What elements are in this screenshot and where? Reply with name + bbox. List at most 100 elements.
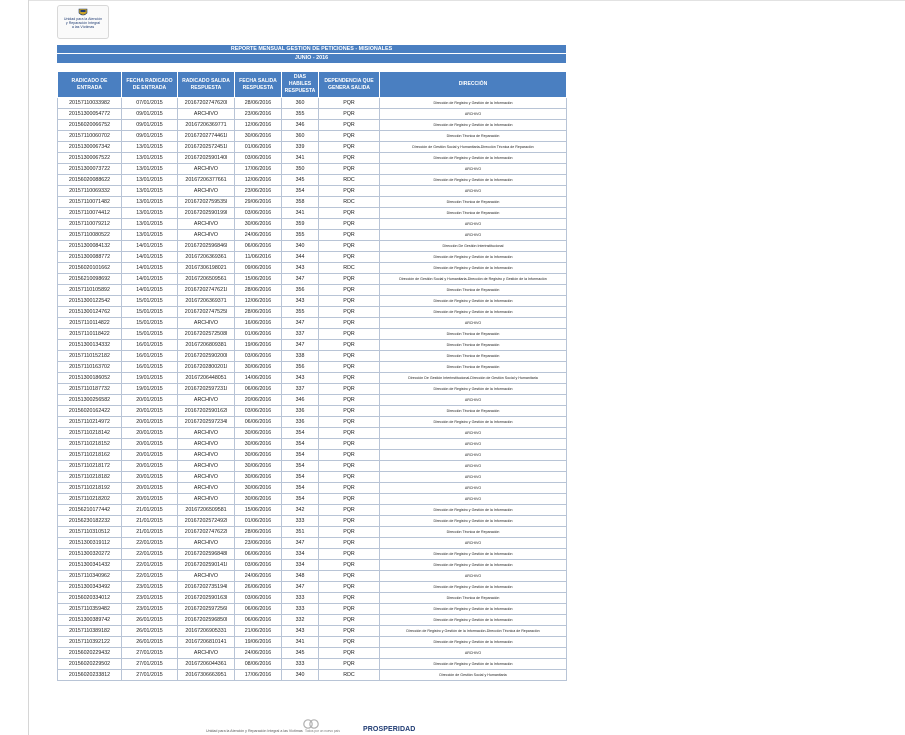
- cell-radicado-salida: 20167202759535l: [177, 196, 235, 208]
- cell-dependencia: PQR: [318, 328, 380, 340]
- cell-dias-habiles: 347: [281, 317, 319, 329]
- table-row: 20157110163702 16/01/2015 20167202800201l 3…: [57, 361, 567, 373]
- cell-dependencia: PQR: [318, 449, 380, 461]
- table-row: 20151300134332 16/01/2015 20167206809381 19…: [57, 339, 567, 351]
- cell-dependencia: PQR: [318, 614, 380, 626]
- cell-dependencia: PQR: [318, 625, 380, 637]
- column-header-radicado-salida: RADICADO SALIDA RESPUESTA: [177, 71, 235, 98]
- cell-fecha-radicado: 19/01/2015: [121, 383, 178, 395]
- cell-dias-habiles: 359: [281, 218, 319, 230]
- document-page: Unidad para la Atención y Reparación Int…: [0, 0, 905, 735]
- cell-direccion: Dirección Técnica de Reparación: [379, 350, 567, 362]
- cell-direccion: Dirección de Registro y Gestión de la In…: [379, 559, 567, 571]
- cell-fecha-salida: 21/06/2016: [234, 625, 282, 637]
- cell-radicado-salida: 20167202735194l: [177, 581, 235, 593]
- cell-direccion: ARCHIVO: [379, 108, 567, 120]
- cell-dias-habiles: 332: [281, 614, 319, 626]
- cell-direccion: Dirección Técnica de Reparación: [379, 196, 567, 208]
- cell-radicado-entrada: 20157110152182: [57, 350, 122, 362]
- cell-radicado-salida: ARCHIVO: [177, 317, 235, 329]
- cell-radicado-entrada: 20157110060702: [57, 130, 122, 142]
- cell-fecha-radicado: 13/01/2015: [121, 163, 178, 175]
- cell-dependencia: PQR: [318, 548, 380, 560]
- cell-fecha-salida: 12/06/2016: [234, 119, 282, 131]
- cell-direccion: Dirección de Registro y Gestión de la In…: [379, 383, 567, 395]
- cell-fecha-radicado: 20/01/2015: [121, 394, 178, 406]
- table-row: 20156210177442 21/01/2015 20167206509581 15…: [57, 504, 567, 516]
- cell-radicado-salida: 20167206369371: [177, 295, 235, 307]
- cell-fecha-salida: 06/06/2016: [234, 416, 282, 428]
- cell-dependencia: PQR: [318, 493, 380, 505]
- table-row: 20156020229502 27/01/2015 20167206044361 08…: [57, 658, 567, 670]
- cell-dias-habiles: 333: [281, 592, 319, 604]
- cell-fecha-salida: 30/06/2016: [234, 482, 282, 494]
- table-row: 20151300389742 26/01/2015 20167202596850l 0…: [57, 614, 567, 626]
- cell-radicado-entrada: 20151300073722: [57, 163, 122, 175]
- cell-dependencia: PQR: [318, 427, 380, 439]
- table-row: 20151300343492 23/01/2015 20167202735194l 2…: [57, 581, 567, 593]
- cell-radicado-entrada: 20151300256582: [57, 394, 122, 406]
- cell-fecha-radicado: 14/01/2015: [121, 240, 178, 252]
- cell-fecha-radicado: 16/01/2015: [121, 339, 178, 351]
- cell-dias-habiles: 343: [281, 262, 319, 274]
- cell-fecha-radicado: 13/01/2015: [121, 207, 178, 219]
- table-row: 20157110218142 20/01/2015 ARCHIVO 30/06/201…: [57, 427, 567, 439]
- cell-radicado-entrada: 20151300389742: [57, 614, 122, 626]
- cell-radicado-entrada: 20151300084132: [57, 240, 122, 252]
- cell-direccion: Dirección de Registro y Gestión de la In…: [379, 548, 567, 560]
- cell-dias-habiles: 346: [281, 394, 319, 406]
- cell-dependencia: PQR: [318, 460, 380, 472]
- cell-dependencia: PQR: [318, 284, 380, 296]
- cell-dependencia: PQR: [318, 394, 380, 406]
- cell-fecha-radicado: 21/01/2015: [121, 526, 178, 538]
- table-row: 20157110069332 13/01/2015 ARCHIVO 23/06/201…: [57, 185, 567, 197]
- cell-fecha-salida: 30/06/2016: [234, 427, 282, 439]
- cell-dias-habiles: 333: [281, 603, 319, 615]
- cell-radicado-entrada: 20157110218192: [57, 482, 122, 494]
- cell-direccion: Dirección Técnica de Reparación: [379, 207, 567, 219]
- cell-direccion: ARCHIVO: [379, 218, 567, 230]
- cell-fecha-salida: 15/06/2016: [234, 504, 282, 516]
- cell-radicado-entrada: 20157110310512: [57, 526, 122, 538]
- cell-radicado-salida: 20167206369771: [177, 119, 235, 131]
- table-row: 20157110359482 23/01/2015 20167202597256l 0…: [57, 603, 567, 615]
- cell-dias-habiles: 333: [281, 515, 319, 527]
- cell-fecha-radicado: 13/01/2015: [121, 141, 178, 153]
- cell-radicado-salida: 20167202597234l: [177, 416, 235, 428]
- cell-radicado-entrada: 20151300067342: [57, 141, 122, 153]
- cell-radicado-entrada: 20151300124762: [57, 306, 122, 318]
- cell-dependencia: PQR: [318, 570, 380, 582]
- cell-radicado-salida: ARCHIVO: [177, 438, 235, 450]
- cell-fecha-salida: 29/06/2016: [234, 196, 282, 208]
- cell-fecha-radicado: 15/01/2015: [121, 295, 178, 307]
- cell-radicado-salida: 20167202590163l: [177, 592, 235, 604]
- cell-fecha-salida: 24/06/2016: [234, 570, 282, 582]
- cell-dependencia: PQR: [318, 647, 380, 659]
- table-row: 20157110218192 20/01/2015 ARCHIVO 30/06/201…: [57, 482, 567, 494]
- cell-radicado-salida: ARCHIVO: [177, 647, 235, 659]
- table-row: 20157110218172 20/01/2015 ARCHIVO 30/06/201…: [57, 460, 567, 472]
- cell-radicado-salida: 20167202747621l: [177, 284, 235, 296]
- cell-direccion: Dirección de Registro y Gestión de la In…: [379, 614, 567, 626]
- table-header-row: RADICADO DE ENTRADA FECHA RADICADO DE EN…: [57, 71, 567, 98]
- cell-radicado-salida: ARCHIVO: [177, 449, 235, 461]
- cell-fecha-salida: 06/06/2016: [234, 614, 282, 626]
- cell-fecha-salida: 24/06/2016: [234, 229, 282, 241]
- cell-dias-habiles: 337: [281, 328, 319, 340]
- cell-radicado-salida: 20167202747620l: [177, 97, 235, 109]
- cell-fecha-salida: 08/06/2016: [234, 658, 282, 670]
- table-row: 20151300320272 22/01/2015 20167202596848l 0…: [57, 548, 567, 560]
- cell-dias-habiles: 354: [281, 471, 319, 483]
- footer-mark-caption: Todos por un nuevo país: [305, 729, 340, 733]
- cell-radicado-salida: 20167202572492l: [177, 515, 235, 527]
- agency-logo: Unidad para la Atención y Reparación Int…: [57, 5, 109, 39]
- cell-direccion: ARCHIVO: [379, 647, 567, 659]
- cell-fecha-radicado: 16/01/2015: [121, 361, 178, 373]
- cell-radicado-salida: 20167202590199l: [177, 207, 235, 219]
- cell-dias-habiles: 341: [281, 636, 319, 648]
- cell-fecha-salida: 16/06/2016: [234, 317, 282, 329]
- cell-dias-habiles: 348: [281, 570, 319, 582]
- cell-direccion: Dirección de Registro y Gestión de la In…: [379, 416, 567, 428]
- cell-dias-habiles: 341: [281, 207, 319, 219]
- cell-fecha-salida: 03/06/2016: [234, 405, 282, 417]
